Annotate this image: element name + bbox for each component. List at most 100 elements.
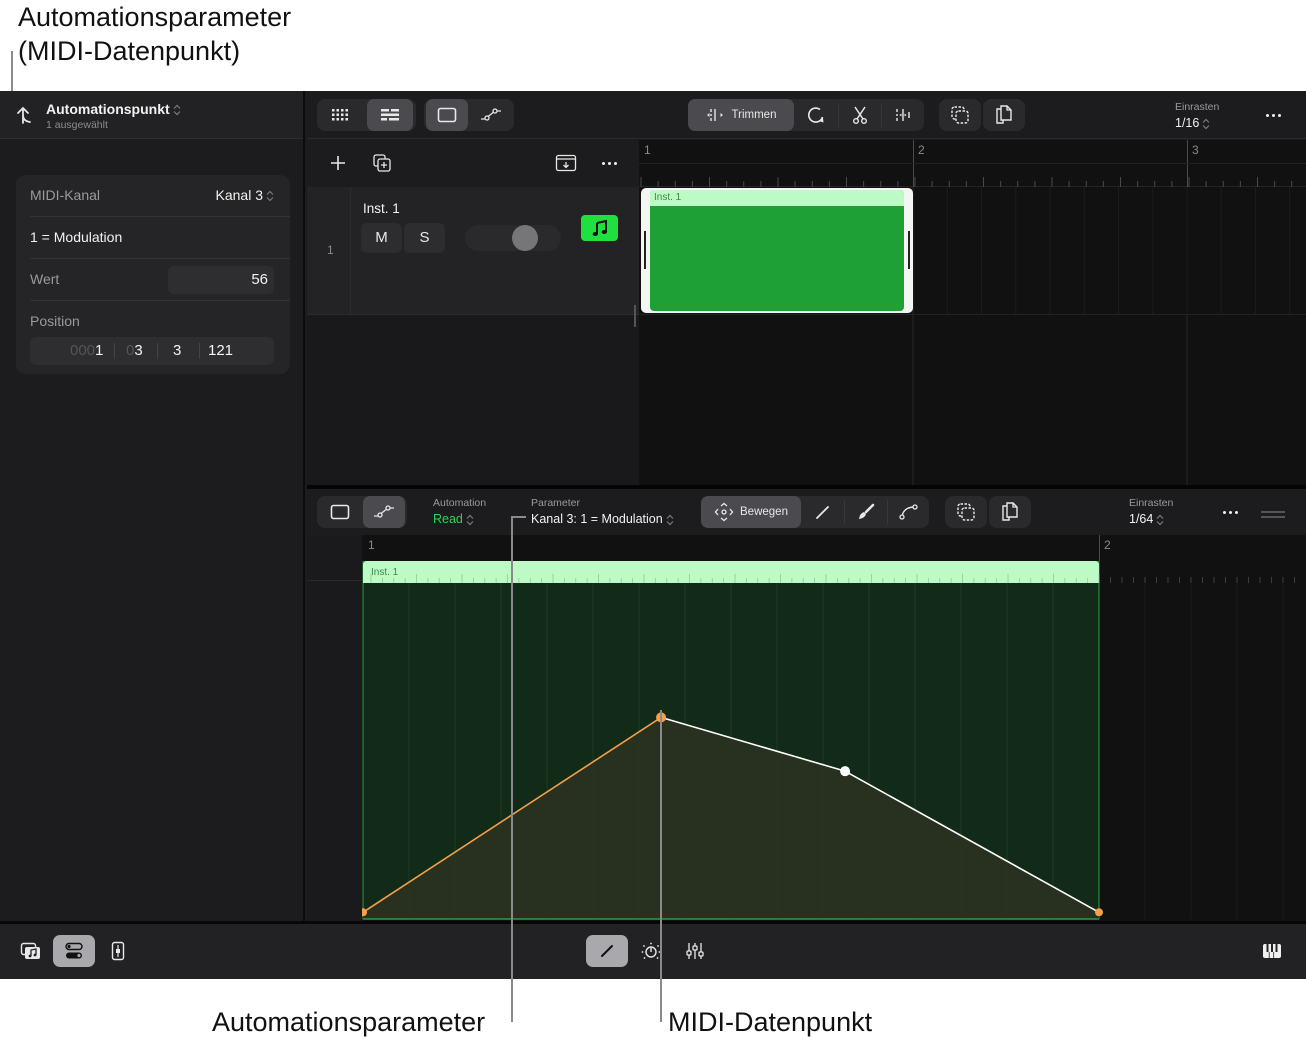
instrument-icon[interactable] bbox=[581, 215, 618, 241]
parameter-label: Parameter bbox=[531, 497, 581, 509]
volume-knob[interactable] bbox=[512, 225, 538, 251]
curve-tool-button[interactable] bbox=[888, 496, 929, 528]
keyboard-button[interactable] bbox=[1251, 935, 1293, 967]
brush-tool-button[interactable] bbox=[845, 496, 887, 528]
move-tool-button[interactable]: Bewegen bbox=[701, 496, 801, 528]
automation-ruler[interactable]: 1 2 bbox=[362, 535, 1306, 561]
chevron-updown-icon bbox=[266, 190, 274, 202]
pencil-mode-button[interactable] bbox=[586, 935, 628, 967]
automation-editor-button[interactable] bbox=[363, 496, 405, 528]
auto-duplicate-button[interactable] bbox=[945, 496, 987, 528]
callout-midi-datapoint: MIDI-Datenpunkt bbox=[668, 1007, 873, 1037]
mixer-icon bbox=[686, 943, 704, 959]
position-division[interactable]: 3 bbox=[173, 337, 181, 365]
position-ticks[interactable]: 121 bbox=[208, 337, 233, 365]
trim-tool-button[interactable]: Trimmen bbox=[688, 99, 794, 131]
duplicate-button[interactable] bbox=[939, 99, 981, 131]
snap-label: Einrasten bbox=[1175, 101, 1220, 113]
duplicate-track-button[interactable] bbox=[372, 153, 392, 178]
track-header-toolbar bbox=[307, 140, 639, 187]
curve-icon bbox=[898, 504, 918, 520]
controls-button[interactable] bbox=[53, 935, 95, 967]
track-list: 1 Inst. 1 M S bbox=[307, 187, 639, 485]
position-bar[interactable]: 0001 bbox=[70, 337, 103, 365]
track-more-button[interactable] bbox=[597, 153, 621, 173]
solo-button[interactable]: S bbox=[404, 223, 445, 253]
scissors-tool-button[interactable] bbox=[839, 99, 881, 131]
value-field[interactable]: 56 bbox=[168, 266, 274, 294]
inspector-panel: Automationspunkt 1 ausgewählt MIDI-Kanal… bbox=[0, 91, 305, 921]
brightness-button[interactable] bbox=[630, 935, 672, 967]
position-beat[interactable]: 03 bbox=[126, 337, 143, 365]
position-field[interactable]: 0001 03 3 121 bbox=[30, 337, 274, 365]
midi-region-selected[interactable]: Inst. 1 bbox=[641, 188, 913, 313]
automation-track-header bbox=[307, 535, 362, 921]
track-number-cell: 1 bbox=[307, 187, 351, 315]
midi-channel-row[interactable]: MIDI-Kanal Kanal 3 bbox=[30, 175, 290, 217]
region-editor-button[interactable] bbox=[319, 496, 361, 528]
auto-more-button[interactable] bbox=[1218, 502, 1242, 522]
automation-curve-canvas[interactable]: Inst. 1 bbox=[362, 561, 1306, 921]
parameter-value: 1 = Modulation bbox=[30, 229, 123, 245]
automation-view-button[interactable] bbox=[470, 99, 512, 131]
auto-snap-selector[interactable]: 1/64 bbox=[1129, 512, 1164, 526]
grid-view-button[interactable] bbox=[319, 99, 361, 131]
snap-selector[interactable]: 1/16 bbox=[1175, 116, 1210, 130]
auto-ruler-bar-1: 1 bbox=[368, 538, 375, 552]
track-row[interactable]: 1 Inst. 1 M S bbox=[307, 187, 639, 315]
automation-editor[interactable]: Inst. 1 bbox=[362, 561, 1306, 921]
automation-point[interactable] bbox=[1095, 908, 1103, 917]
back-arrow-icon[interactable] bbox=[16, 103, 38, 127]
inspector-button[interactable] bbox=[97, 935, 139, 967]
browser-icon bbox=[20, 942, 40, 959]
midi-region[interactable]: Inst. 1 bbox=[650, 190, 904, 311]
auto-copy-wrap bbox=[945, 496, 987, 528]
piano-keyboard-icon bbox=[1263, 944, 1281, 958]
parameter-selector[interactable]: Kanal 3: 1 = Modulation bbox=[531, 512, 674, 526]
capture-button[interactable] bbox=[555, 154, 577, 177]
automation-mode-selector[interactable]: Read bbox=[433, 512, 474, 526]
volume-slider[interactable] bbox=[465, 225, 561, 251]
copy-button-wrap bbox=[939, 99, 981, 131]
pencil-icon bbox=[816, 506, 829, 519]
pencil-icon bbox=[601, 945, 613, 957]
pencil-tool-button[interactable] bbox=[802, 496, 844, 528]
region-trim-handle-right[interactable] bbox=[908, 231, 910, 269]
browser-button[interactable] bbox=[10, 935, 52, 967]
parameter-row[interactable]: 1 = Modulation bbox=[30, 217, 290, 259]
tracks-view-button[interactable] bbox=[367, 99, 413, 131]
arrange-ruler[interactable]: 1 2 3 bbox=[639, 140, 1306, 187]
automation-view-icon bbox=[481, 108, 501, 121]
track-resize-handle[interactable] bbox=[634, 305, 636, 327]
mixer-button[interactable] bbox=[674, 935, 716, 967]
track-name[interactable]: Inst. 1 bbox=[363, 201, 400, 216]
trim-label: Trimmen bbox=[731, 109, 777, 121]
inspector-title[interactable]: Automationspunkt bbox=[46, 101, 181, 117]
callout-automation-parameter-midi: Automationsparameter (MIDI-Datenpunkt) bbox=[18, 0, 291, 68]
add-track-button[interactable] bbox=[329, 154, 347, 177]
region-view-button[interactable] bbox=[426, 99, 468, 131]
automation-mode-value: Read bbox=[433, 512, 463, 526]
region-view-segment bbox=[424, 99, 514, 131]
paste-button[interactable] bbox=[983, 99, 1025, 131]
midi-channel-selector[interactable]: Kanal 3 bbox=[216, 187, 274, 203]
inspector-icon bbox=[111, 941, 125, 961]
value-label: Wert bbox=[30, 271, 60, 287]
track-lane-divider bbox=[639, 314, 1306, 315]
auto-paste-button[interactable] bbox=[989, 496, 1031, 528]
loop-tool-button[interactable] bbox=[795, 99, 837, 131]
music-note-icon bbox=[592, 219, 607, 236]
midi-channel-label: MIDI-Kanal bbox=[30, 187, 101, 203]
region-trim-handle-left[interactable] bbox=[644, 231, 646, 269]
arrange-area: Inst. 1 bbox=[639, 187, 1306, 485]
more-options-button[interactable] bbox=[1261, 105, 1285, 125]
move-label: Bewegen bbox=[740, 506, 788, 518]
automation-point[interactable] bbox=[840, 766, 851, 777]
mute-button[interactable]: M bbox=[361, 223, 402, 253]
region-view-icon bbox=[437, 107, 457, 123]
callout-line1: Automationsparameter bbox=[18, 2, 292, 32]
join-tool-button[interactable] bbox=[882, 99, 924, 131]
logic-app-window: Automationspunkt 1 ausgewählt MIDI-Kanal… bbox=[0, 91, 1306, 979]
trim-icon bbox=[706, 109, 723, 121]
automation-mode-label: Automation bbox=[433, 497, 487, 509]
